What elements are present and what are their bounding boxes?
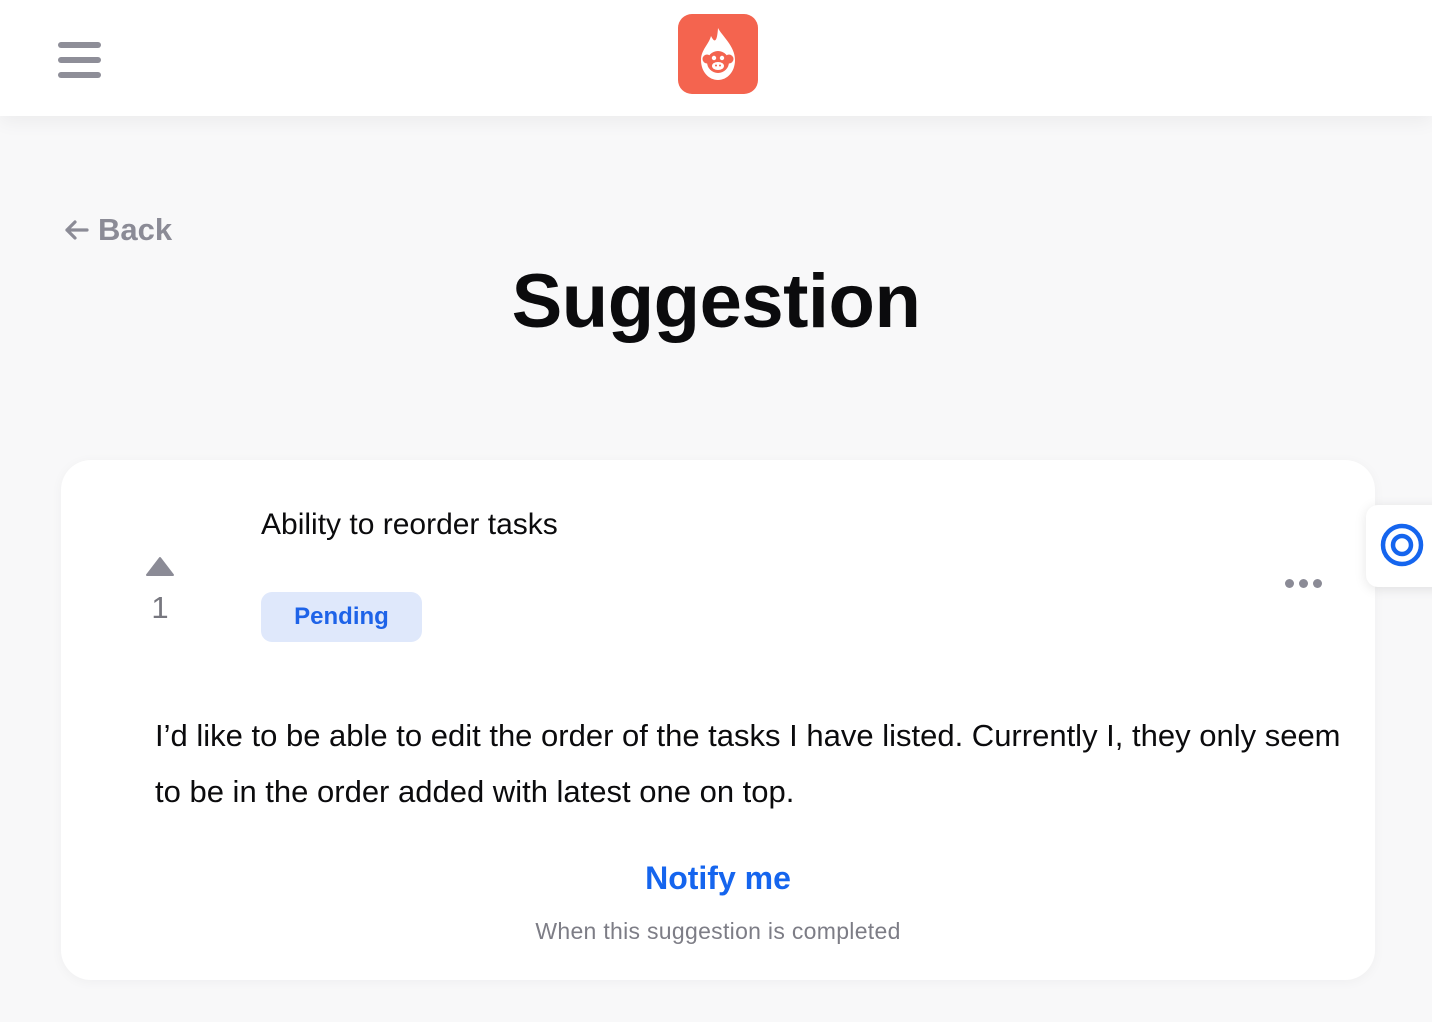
app-logo[interactable]: [678, 14, 758, 94]
top-bar: [0, 0, 1432, 116]
hamburger-menu-icon[interactable]: [58, 42, 102, 80]
suggestion-title: Ability to reorder tasks: [261, 508, 558, 541]
back-label: Back: [98, 212, 173, 247]
back-link[interactable]: Back: [62, 210, 172, 250]
flame-monkey-logo-icon: [701, 28, 735, 80]
suggestion-description: I’d like to be able to edit the order of…: [155, 718, 1341, 809]
vote-count: 1: [151, 590, 169, 625]
page-title: Suggestion: [511, 259, 921, 344]
suggestion-card: 1 Ability to reorder tasks Pending I’d l…: [61, 460, 1375, 980]
status-badge: Pending: [261, 592, 422, 642]
arrow-left-icon: [65, 220, 89, 240]
notify-subtext: When this suggestion is completed: [535, 918, 901, 944]
target-circle-icon: [1380, 523, 1424, 567]
notify-me-button[interactable]: Notify me: [61, 860, 1375, 897]
upvote-triangle-icon[interactable]: [145, 556, 175, 578]
side-widget-button[interactable]: [1366, 505, 1432, 587]
more-horizontal-icon[interactable]: [1281, 572, 1327, 594]
